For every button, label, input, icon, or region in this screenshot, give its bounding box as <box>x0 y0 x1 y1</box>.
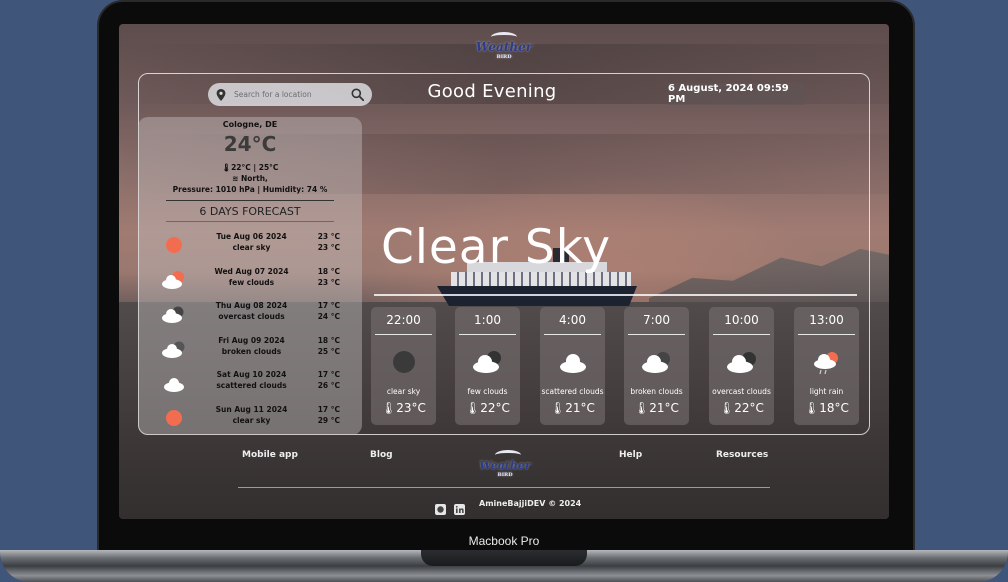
current-weather-panel: Cologne, DE 24°C 🌡22°C | 25°C ≋ North, P… <box>138 117 362 435</box>
forecast-list: Tue Aug 06 2024 clear sky 23 °C 23 °C Wed … <box>138 225 362 432</box>
thermometer-icon: 🌡 <box>550 401 566 415</box>
hourly-card: 13:00 light rain 🌡18°C <box>794 307 859 425</box>
social-links <box>435 500 465 515</box>
forecast-day: Tue Aug 06 2024 clear sky 23 °C 23 °C <box>138 225 362 260</box>
divider <box>166 200 334 201</box>
forecast-day: Wed Aug 07 2024 few clouds 18 °C 23 °C <box>138 260 362 295</box>
datetime-display: 6 August, 2024 09:59 PM <box>668 83 804 105</box>
thermometer-icon: 🌡 <box>804 401 820 415</box>
divider <box>374 294 857 296</box>
min-max-temperature: 🌡22°C | 25°C <box>221 163 279 172</box>
greeting-text: Good Evening <box>427 81 557 102</box>
forecast-title: 6 DAYS FORECAST <box>199 205 301 218</box>
current-weather-description: Clear Sky <box>381 220 612 275</box>
divider <box>166 221 334 222</box>
laptop-notch <box>421 550 587 566</box>
weather-app: Weather BIRD Good Evening 6 August, 2024… <box>119 24 889 519</box>
thermometer-icon: 🌡 <box>719 401 735 415</box>
hourly-card: 4:00 scattered clouds 🌡21°C <box>540 307 605 425</box>
overcast-icon <box>727 352 756 373</box>
overcast-icon <box>162 306 184 323</box>
broken-clouds-icon <box>642 352 670 373</box>
linkedin-icon[interactable] <box>454 500 465 515</box>
thermometer-icon: 🌡 <box>221 163 232 172</box>
partly-cloudy-icon <box>162 270 184 289</box>
pressure-humidity: Pressure: 1010 hPa | Humidity: 74 % <box>172 185 328 194</box>
footer-link-blog[interactable]: Blog <box>370 450 393 460</box>
cloud-icon <box>560 354 586 373</box>
screen: Weather BIRD Good Evening 6 August, 2024… <box>119 24 889 519</box>
device-model-label: Macbook Pro <box>468 534 540 548</box>
thermometer-icon: 🌡 <box>634 401 650 415</box>
hourly-card: 22:00 clear sky 🌡23°C <box>371 307 436 425</box>
app-logo[interactable]: Weather BIRD <box>471 32 537 60</box>
search-input[interactable] <box>234 90 351 99</box>
search-icon[interactable] <box>351 88 364 101</box>
footer-logo[interactable]: Weather BIRD <box>475 450 535 478</box>
forecast-day: Thu Aug 08 2024 overcast clouds 17 °C 24 °… <box>138 294 362 329</box>
wind-direction: ≋ North, <box>232 174 268 183</box>
divider <box>238 487 770 488</box>
forecast-day: Sat Aug 10 2024 scattered clouds 17 °C 26 … <box>138 363 362 398</box>
cloudy-night-icon <box>473 351 501 373</box>
thermometer-icon: 🌡 <box>465 401 481 415</box>
rain-icon <box>814 352 838 375</box>
hourly-card: 1:00 few clouds 🌡22°C <box>455 307 520 425</box>
wind-icon: ≋ <box>232 174 241 183</box>
cloud-icon <box>164 378 184 392</box>
footer-link-resources[interactable]: Resources <box>716 450 768 460</box>
moon-icon <box>393 351 415 373</box>
copyright-text: AmineBajjiDEV © 2024 <box>479 499 582 508</box>
forecast-day: Sun Aug 11 2024 clear sky 17 °C 29 °C <box>138 398 362 433</box>
forecast-day: Fri Aug 09 2024 broken clouds 18 °C 25 °C <box>138 329 362 364</box>
search-bar[interactable] <box>208 83 372 106</box>
footer-link-mobile-app[interactable]: Mobile app <box>242 450 298 460</box>
hourly-forecast: 22:00 clear sky 🌡23°C 1:00 few clouds 🌡2… <box>371 307 859 425</box>
broken-clouds-icon <box>162 341 185 358</box>
current-temperature: 24°C <box>223 132 277 156</box>
city-name: Cologne, DE <box>222 120 278 129</box>
thermometer-icon: 🌡 <box>381 401 397 415</box>
hourly-card: 10:00 overcast clouds 🌡22°C <box>709 307 774 425</box>
sun-icon <box>166 237 182 253</box>
sun-icon <box>166 409 182 426</box>
github-icon[interactable] <box>435 500 446 515</box>
footer-link-help[interactable]: Help <box>619 450 642 460</box>
location-pin-icon <box>216 88 226 101</box>
hourly-card: 7:00 broken clouds 🌡21°C <box>624 307 689 425</box>
